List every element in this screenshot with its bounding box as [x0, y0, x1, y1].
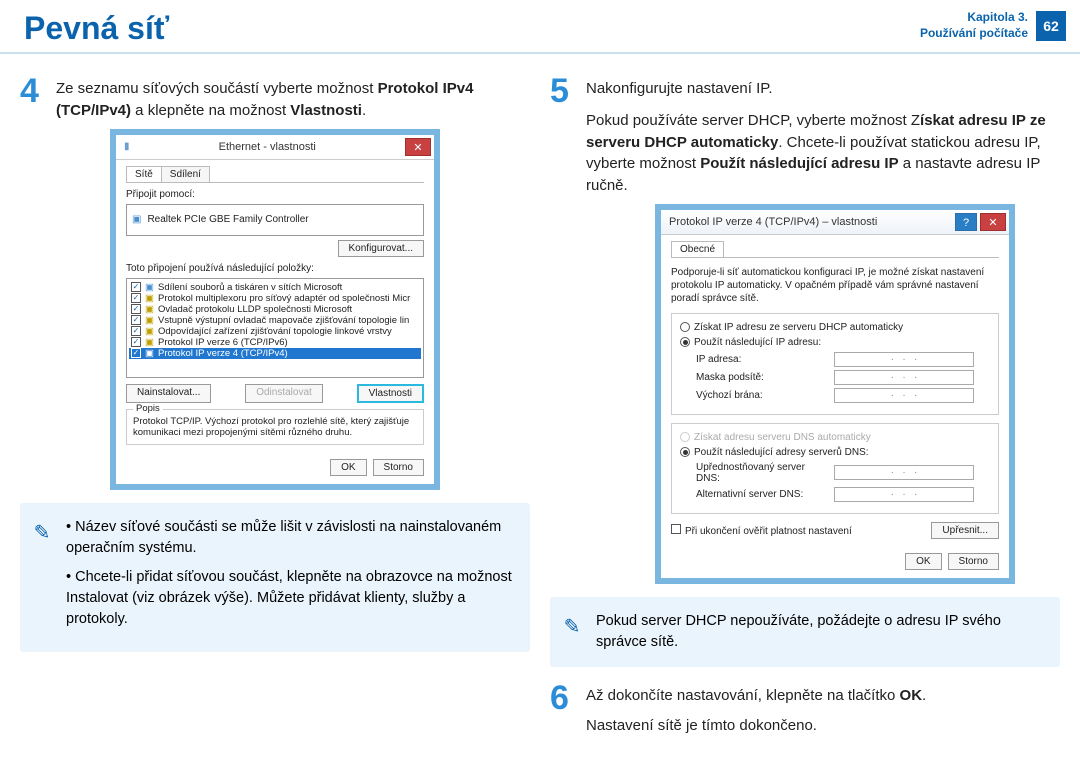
- chapter-info: Kapitola 3. Používání počítače: [920, 10, 1028, 41]
- step-4-text: Ze seznamu síťových součástí vyberte mož…: [56, 74, 530, 122]
- radio-label: Získat IP adresu ze serveru DHCP automat…: [694, 322, 903, 333]
- ip-input[interactable]: · · ·: [834, 352, 974, 367]
- txt: Vlastnosti: [290, 102, 362, 119]
- field-label: Alternativní server DNS:: [696, 489, 826, 500]
- adapter-icon: ▣: [132, 214, 141, 225]
- field-label: Maska podsítě:: [696, 372, 826, 383]
- step-number-5: 5: [550, 74, 578, 197]
- txt: Pokud používáte server DHCP, vyberte mož…: [586, 112, 920, 129]
- intro-text: Podporuje-li síť automatickou konfigurac…: [671, 266, 999, 305]
- adapter-name: Realtek PCIe GBE Family Controller: [147, 214, 308, 225]
- cancel-button[interactable]: Storno: [373, 459, 424, 476]
- list-item[interactable]: Sdílení souborů a tiskáren v sítích Micr…: [158, 282, 342, 293]
- tab-networks[interactable]: Sítě: [126, 166, 162, 182]
- radio-dns-auto: Získat adresu serveru DNS automaticky: [680, 432, 990, 443]
- advanced-button[interactable]: Upřesnit...: [931, 522, 999, 539]
- properties-button[interactable]: Vlastnosti: [357, 384, 424, 403]
- radio-ip-auto[interactable]: Získat IP adresu ze serveru DHCP automat…: [680, 322, 990, 333]
- list-item[interactable]: Protokol IP verze 6 (TCP/IPv6): [158, 337, 288, 348]
- tab-general[interactable]: Obecné: [671, 241, 724, 257]
- adapter-field: ▣ Realtek PCIe GBE Family Controller: [126, 204, 424, 236]
- txt: .: [922, 687, 926, 704]
- tab-sharing[interactable]: Sdílení: [161, 166, 210, 182]
- network-items-list[interactable]: ▣Sdílení souborů a tiskáren v sítích Mic…: [126, 278, 424, 378]
- checkbox-label: Při ukončení ověřit platnost nastavení: [685, 526, 852, 537]
- description-text: Protokol TCP/IP. Výchozí protokol pro ro…: [133, 416, 409, 438]
- uses-items-label: Toto připojení používá následující polož…: [126, 263, 424, 274]
- txt: Nastavení sítě je tímto dokončeno.: [586, 715, 926, 737]
- page-title: Pevná síť: [24, 10, 169, 47]
- note-icon: ✎: [558, 611, 586, 653]
- dialog-title: Protokol IP verze 4 (TCP/IPv4) – vlastno…: [669, 216, 877, 228]
- page-number: 62: [1036, 11, 1066, 41]
- txt: .: [362, 102, 366, 119]
- list-item[interactable]: Vstupně výstupní ovladač mapovače zjišťo…: [158, 315, 409, 326]
- step-5-text: Nakonfigurujte nastavení IP. Pokud použí…: [586, 74, 1060, 197]
- field-label: Výchozí brána:: [696, 390, 826, 401]
- dialog-title: Ethernet - vlastnosti: [130, 141, 405, 153]
- list-item[interactable]: Ovladač protokolu LLDP společnosti Micro…: [158, 304, 352, 315]
- ipv4-properties-dialog: Protokol IP verze 4 (TCP/IPv4) – vlastno…: [660, 209, 1010, 579]
- radio-label: Použít následující adresy serverů DNS:: [694, 447, 869, 458]
- note-bullet: Chcete-li přidat síťovou součást, klepně…: [66, 567, 514, 630]
- radio-dns-manual[interactable]: Použít následující adresy serverů DNS:: [680, 447, 990, 458]
- configure-button[interactable]: Konfigurovat...: [338, 240, 424, 257]
- close-button[interactable]: ✕: [980, 213, 1006, 231]
- radio-label: Použít následující IP adresu:: [694, 337, 821, 348]
- note-icon: ✎: [28, 517, 56, 638]
- close-button[interactable]: ✕: [405, 138, 431, 156]
- ok-button[interactable]: OK: [905, 553, 941, 570]
- list-item-selected[interactable]: Protokol IP verze 4 (TCP/IPv4): [158, 348, 288, 359]
- description-box: Protokol TCP/IP. Výchozí protokol pro ro…: [126, 409, 424, 445]
- txt: Až dokončíte nastavování, klepněte na tl…: [586, 687, 900, 704]
- note-box-left: ✎ Název síťové součásti se může lišit v …: [20, 503, 530, 652]
- step-6-text: Až dokončíte nastavování, klepněte na tl…: [586, 681, 926, 737]
- ip-fieldset: Získat IP adresu ze serveru DHCP automat…: [671, 313, 999, 415]
- note-bullet: Název síťové součásti se může lišit v zá…: [66, 517, 514, 559]
- txt: Nakonfigurujte nastavení IP.: [586, 78, 1060, 100]
- validate-checkbox[interactable]: Při ukončení ověřit platnost nastavení: [671, 524, 852, 537]
- note-box-right: ✎ Pokud server DHCP nepoužíváte, požádej…: [550, 597, 1060, 667]
- field-label: Upřednostňovaný server DNS:: [696, 462, 826, 484]
- field-label: IP adresa:: [696, 354, 826, 365]
- install-button[interactable]: Nainstalovat...: [126, 384, 211, 403]
- connect-using-label: Připojit pomocí:: [126, 189, 424, 200]
- cancel-button[interactable]: Storno: [948, 553, 999, 570]
- gateway-input[interactable]: · · ·: [834, 388, 974, 403]
- dns2-input[interactable]: · · ·: [834, 487, 974, 502]
- dns1-input[interactable]: · · ·: [834, 465, 974, 480]
- txt: Použít následující adresu IP: [700, 155, 898, 172]
- step-number-4: 4: [20, 74, 48, 122]
- dns-fieldset: Získat adresu serveru DNS automaticky Po…: [671, 423, 999, 514]
- note-text: Pokud server DHCP nepoužíváte, požádejte…: [596, 611, 1044, 653]
- txt: a klepněte na možnost: [131, 102, 290, 119]
- list-item[interactable]: Odpovídající zařízení zjišťování topolog…: [158, 326, 392, 337]
- chapter-line: Používání počítače: [920, 26, 1028, 42]
- uninstall-button[interactable]: Odinstalovat: [245, 384, 323, 403]
- txt: OK: [900, 687, 923, 704]
- radio-label: Získat adresu serveru DNS automaticky: [694, 432, 871, 443]
- ethernet-properties-dialog: ▮ Ethernet - vlastnosti ✕ Sítě Sdílení P…: [115, 134, 435, 485]
- list-item[interactable]: Protokol multiplexoru pro síťový adaptér…: [158, 293, 410, 304]
- step-number-6: 6: [550, 681, 578, 737]
- help-button[interactable]: ?: [955, 213, 977, 231]
- mask-input[interactable]: · · ·: [834, 370, 974, 385]
- radio-ip-manual[interactable]: Použít následující IP adresu:: [680, 337, 990, 348]
- chapter-line: Kapitola 3.: [920, 10, 1028, 26]
- ok-button[interactable]: OK: [330, 459, 366, 476]
- txt: Ze seznamu síťových součástí vyberte mož…: [56, 80, 378, 97]
